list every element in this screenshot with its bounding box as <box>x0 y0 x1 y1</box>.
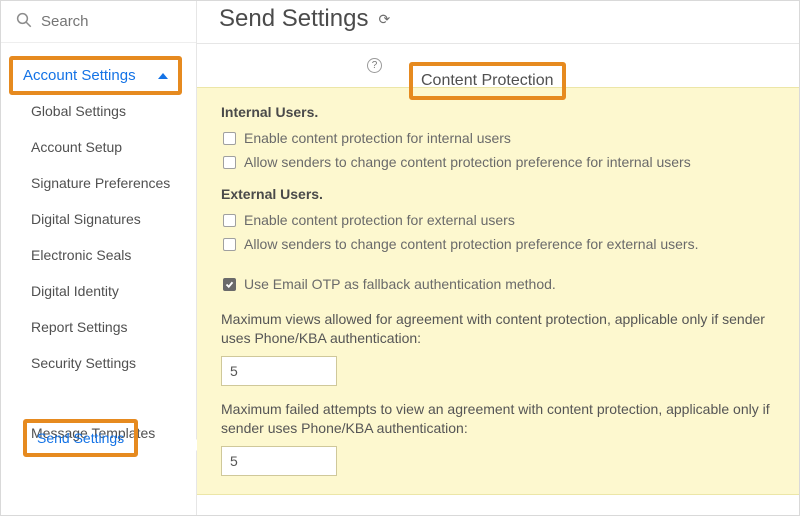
sidebar-item-security-settings[interactable]: Security Settings <box>1 345 196 381</box>
sidebar-item-digital-signatures[interactable]: Digital Signatures <box>1 201 196 237</box>
highlight-content-protection: Content Protection <box>409 62 566 100</box>
sidebar-header-label: Account Settings <box>23 67 136 84</box>
checkbox-external-enable[interactable]: Enable content protection for external u… <box>221 208 783 232</box>
checkbox-email-otp[interactable]: Use Email OTP as fallback authentication… <box>221 272 783 296</box>
sidebar-item-send-settings-placeholder <box>1 381 196 415</box>
checkbox-icon <box>223 278 236 291</box>
checkbox-label: Enable content protection for internal u… <box>244 130 511 146</box>
external-users-heading: External Users. <box>221 186 783 202</box>
sidebar-nav: Global Settings Account Setup Signature … <box>1 93 196 451</box>
checkbox-external-allow[interactable]: Allow senders to change content protecti… <box>221 232 783 256</box>
search-icon <box>15 11 33 32</box>
checkbox-icon <box>223 214 236 227</box>
highlight-account-settings: Account Settings <box>9 56 182 95</box>
checkbox-label: Allow senders to change content protecti… <box>244 154 691 170</box>
checkbox-internal-allow[interactable]: Allow senders to change content protecti… <box>221 150 783 174</box>
max-failed-label: Maximum failed attempts to view an agree… <box>221 400 781 438</box>
main-pane: Send Settings ⟳ ? Content Protection Int… <box>197 1 799 515</box>
sidebar-item-digital-identity[interactable]: Digital Identity <box>1 273 196 309</box>
sidebar-item-electronic-seals[interactable]: Electronic Seals <box>1 237 196 273</box>
sidebar-header-account-settings[interactable]: Account Settings <box>23 67 168 84</box>
section-title: Content Protection <box>421 72 554 89</box>
sidebar-item-send-settings[interactable]: Send Settings <box>37 430 124 446</box>
sidebar-item-signature-preferences[interactable]: Signature Preferences <box>1 165 196 201</box>
checkbox-label: Enable content protection for external u… <box>244 212 515 228</box>
help-icon[interactable]: ? <box>367 58 382 73</box>
max-views-input[interactable] <box>221 356 337 386</box>
sidebar-item-global-settings[interactable]: Global Settings <box>1 93 196 129</box>
checkbox-icon <box>223 238 236 251</box>
checkbox-label: Allow senders to change content protecti… <box>244 236 698 252</box>
max-failed-input[interactable] <box>221 446 337 476</box>
chevron-up-icon <box>158 73 168 79</box>
highlight-send-settings: Send Settings <box>23 419 138 457</box>
max-views-label: Maximum views allowed for agreement with… <box>221 310 781 348</box>
checkbox-internal-enable[interactable]: Enable content protection for internal u… <box>221 126 783 150</box>
checkbox-icon <box>223 156 236 169</box>
checkbox-label: Use Email OTP as fallback authentication… <box>244 276 556 292</box>
sidebar: Global Settings Account Setup Signature … <box>1 1 197 515</box>
content-protection-panel: Internal Users. Enable content protectio… <box>197 87 799 495</box>
refresh-icon[interactable]: ⟳ <box>378 11 390 28</box>
page-title: Send Settings <box>219 5 368 33</box>
internal-users-heading: Internal Users. <box>221 104 783 120</box>
sidebar-item-report-settings[interactable]: Report Settings <box>1 309 196 345</box>
sidebar-item-account-setup[interactable]: Account Setup <box>1 129 196 165</box>
checkbox-icon <box>223 132 236 145</box>
search-input[interactable] <box>41 13 182 30</box>
search-field[interactable] <box>1 1 196 43</box>
